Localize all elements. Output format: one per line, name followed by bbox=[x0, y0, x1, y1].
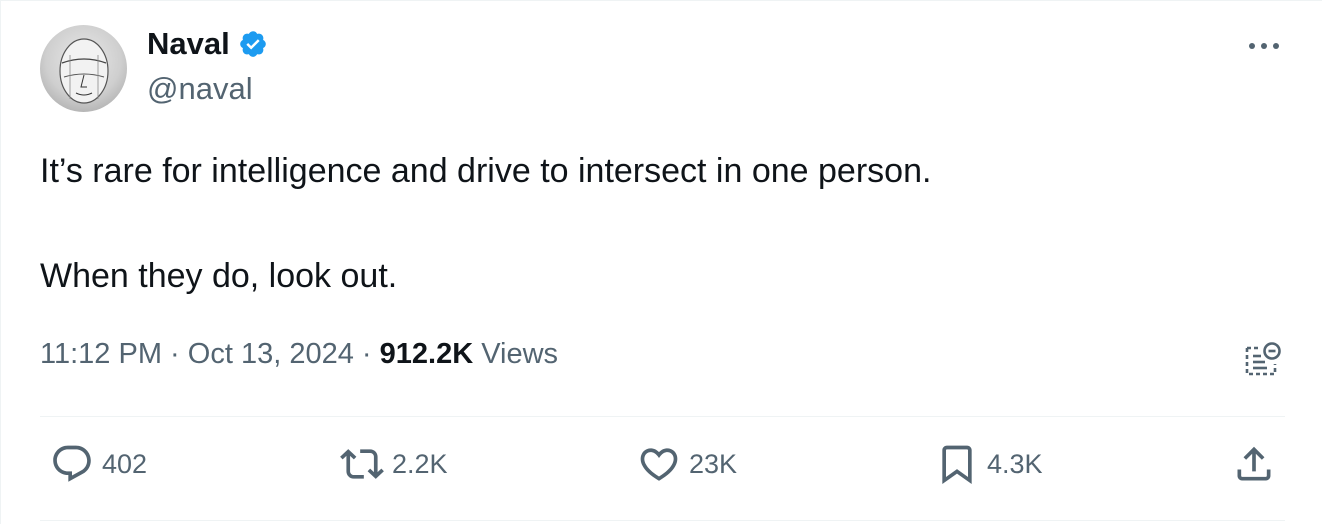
author-name[interactable]: Naval bbox=[147, 26, 230, 62]
bookmark-icon bbox=[942, 445, 972, 485]
community-notes-icon[interactable] bbox=[1241, 338, 1285, 382]
reply-button[interactable]: 402 bbox=[50, 442, 147, 486]
repost-button[interactable]: 2.2K bbox=[340, 442, 448, 486]
meta-separator: · bbox=[361, 338, 372, 370]
tweet-time: 11:12 PM bbox=[40, 338, 162, 370]
action-bar: 402 2.2K 23K 4.3K bbox=[40, 442, 1285, 492]
tweet-text-line: When they do, look out. bbox=[40, 257, 398, 295]
share-icon bbox=[1237, 446, 1271, 481]
author-name-row[interactable]: Naval bbox=[147, 26, 268, 62]
verified-badge-icon bbox=[238, 29, 268, 59]
avatar[interactable] bbox=[40, 25, 127, 112]
tweet-card: Naval @naval It’s rare for intelligence … bbox=[0, 0, 1322, 524]
share-button[interactable] bbox=[1232, 442, 1276, 486]
reply-icon bbox=[53, 445, 91, 482]
heart-icon bbox=[640, 448, 678, 481]
bookmark-count: 4.3K bbox=[987, 448, 1043, 479]
repost-count: 2.2K bbox=[392, 448, 448, 479]
tweet-meta: 11:12 PM · Oct 13, 2024 · 912.2K Views bbox=[40, 338, 558, 371]
reply-count: 402 bbox=[102, 448, 148, 479]
divider bbox=[40, 416, 1285, 417]
like-button[interactable]: 23K bbox=[637, 442, 737, 486]
more-dots-icon[interactable] bbox=[1244, 34, 1284, 58]
tweet-timestamp[interactable]: 11:12 PM · Oct 13, 2024 bbox=[40, 338, 354, 370]
divider bbox=[40, 520, 1285, 521]
repost-icon bbox=[340, 449, 384, 479]
tweet-text: It’s rare for intelligence and drive to … bbox=[40, 145, 1280, 302]
tweet-text-line: It’s rare for intelligence and drive to … bbox=[40, 152, 932, 190]
like-count: 23K bbox=[689, 448, 738, 479]
meta-separator: · bbox=[170, 338, 180, 370]
author-handle[interactable]: @naval bbox=[147, 71, 253, 107]
views-label: Views bbox=[481, 338, 559, 370]
tweet-date: Oct 13, 2024 bbox=[187, 338, 354, 370]
views-count: 912.2K bbox=[379, 338, 474, 370]
bookmark-button[interactable]: 4.3K bbox=[935, 442, 1043, 486]
